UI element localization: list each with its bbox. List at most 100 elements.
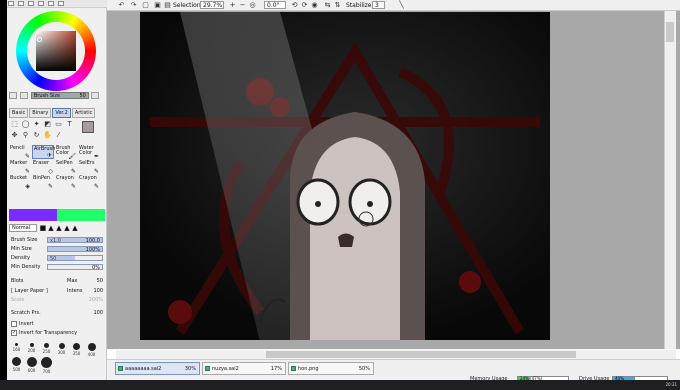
hand-icon[interactable]: ✋	[43, 131, 52, 140]
document-tab[interactable]: nuzya.sai2 17%	[202, 362, 286, 375]
brush-size-param[interactable]: Brush Size x1.0 100.0	[9, 236, 105, 244]
mixer-mode-icon[interactable]	[37, 1, 44, 6]
shape-triangle-icon-3[interactable]: ▲	[63, 224, 71, 232]
brush-preset-button[interactable]	[9, 92, 17, 99]
min-size-slider[interactable]: 100%	[47, 246, 103, 253]
vertical-scrollbar[interactable]	[664, 11, 676, 349]
brush-item[interactable]: BinPen ✎	[32, 175, 54, 190]
tab-basic[interactable]: Basic	[9, 108, 29, 118]
brush-dot-preset[interactable]: 250	[39, 343, 54, 357]
vertical-scroll-thumb[interactable]	[666, 22, 674, 42]
rect-select-icon[interactable]: ⬚	[10, 120, 19, 129]
shape-square-icon[interactable]: ■	[39, 224, 47, 232]
brush-item[interactable]: Crayon ✎	[55, 175, 77, 190]
brush-item[interactable]: AirBrush ✈	[32, 145, 55, 159]
lasso-icon[interactable]: ◯	[21, 120, 30, 129]
brush-dot-icon	[26, 357, 37, 367]
invert-transparency-row[interactable]: ✓ Invert for Transparency	[9, 329, 105, 338]
wheel-mode-icon[interactable]	[8, 1, 14, 6]
blots-row[interactable]: Blots Max 50	[9, 277, 105, 286]
brush-dot-preset[interactable]: 400	[84, 343, 99, 357]
density-slider[interactable]: 50	[47, 255, 103, 262]
min-size-param[interactable]: Min Size 100%	[9, 245, 105, 253]
zoom-field[interactable]: 29.7%	[200, 1, 224, 9]
invert-row[interactable]: Invert	[9, 320, 105, 329]
rgb-mode-icon[interactable]	[17, 1, 24, 6]
brush-item[interactable]: Brush Color 🖌	[55, 145, 77, 160]
zoom-reset-icon[interactable]: ◎	[248, 1, 257, 10]
primary-color[interactable]	[9, 209, 57, 221]
texture-value: 100	[93, 288, 103, 294]
hsv-mode-icon[interactable]	[27, 1, 34, 6]
zoom-in-icon[interactable]: +	[228, 1, 237, 10]
shape-triangle-icon-4[interactable]: ▲	[71, 224, 79, 232]
brush-item[interactable]: Pencil ✎	[9, 145, 31, 160]
invert-transparency-checkbox[interactable]: ✓	[11, 329, 17, 336]
brush-dot-preset[interactable]: 500	[9, 357, 24, 372]
shape-triangle-icon-2[interactable]: ▲	[55, 224, 63, 232]
saturation-value-square[interactable]	[36, 31, 76, 71]
magic-wand-icon[interactable]: ✦	[32, 120, 41, 129]
rotate-right-icon[interactable]: ⟳	[300, 1, 309, 10]
min-density-param[interactable]: Min Density 0%	[9, 263, 105, 271]
palette-mode-icon[interactable]	[47, 1, 54, 6]
density-param[interactable]: Density 50	[9, 254, 105, 262]
invert-selection-icon[interactable]: ▣	[153, 1, 162, 10]
panel-mini-toolbar	[7, 0, 107, 8]
brush-dot-preset[interactable]: 700	[39, 357, 54, 374]
current-color-swatch[interactable]	[82, 121, 94, 133]
tab-binary[interactable]: Binary	[29, 108, 52, 118]
brush-size-slider[interactable]: Brush Size 50	[30, 92, 89, 99]
rotate-left-icon[interactable]: ⟲	[290, 1, 299, 10]
scratch-row[interactable]: Scratch Prs. 100	[9, 309, 105, 318]
flip-vertical-icon[interactable]: ⇅	[333, 1, 342, 10]
redo-icon[interactable]: ↷	[129, 1, 138, 10]
min-density-slider[interactable]: 0%	[47, 264, 103, 271]
stabilizer-select[interactable]: 3	[372, 1, 385, 9]
scratch-mode-icon[interactable]	[57, 1, 64, 6]
brush-preset-button-2[interactable]	[19, 92, 28, 99]
brush-item[interactable]: SelPen ✎	[55, 160, 77, 175]
artwork-canvas[interactable]	[140, 12, 550, 340]
brush-item[interactable]: Eraser ◇	[32, 160, 54, 175]
pen-pressure-icon[interactable]: ╲	[397, 1, 406, 10]
brush-item[interactable]: Marker ✎	[9, 160, 31, 175]
move-icon[interactable]: ✥	[10, 131, 19, 140]
blend-mode-select[interactable]: Normal	[9, 224, 37, 232]
zoom-icon[interactable]: ⚲	[21, 131, 30, 140]
shape-triangle-icon[interactable]: ▲	[47, 224, 55, 232]
invert-checkbox[interactable]	[11, 320, 17, 327]
brush-size-up-button[interactable]	[90, 92, 99, 99]
tab-artistic[interactable]: Artistic	[71, 108, 96, 118]
flip-icon[interactable]: ⇆	[323, 1, 332, 10]
brush-dot-icon	[58, 343, 65, 349]
eyedropper-icon[interactable]: ⁄	[54, 131, 63, 140]
shape-icon[interactable]: ▭	[54, 120, 63, 129]
brush-dot-preset[interactable]: 200	[24, 343, 39, 357]
document-tab[interactable]: aaaaaaaa.sai2 30%	[115, 362, 200, 375]
rotation-field[interactable]: 0.0°	[264, 1, 286, 9]
brush-item[interactable]: Water Color ✒	[78, 145, 100, 160]
fill-icon[interactable]: ◩	[43, 120, 52, 129]
text-tool-icon[interactable]: T	[65, 120, 74, 129]
rotate-icon[interactable]: ↻	[32, 131, 41, 140]
rotate-reset-icon[interactable]: ◉	[310, 1, 319, 10]
brush-item[interactable]: SelErs ✎	[78, 160, 100, 175]
secondary-color[interactable]	[57, 209, 105, 221]
zoom-out-icon[interactable]: −	[238, 1, 247, 10]
color-picker-cursor[interactable]	[37, 37, 42, 42]
brush-dot-preset[interactable]: 300	[54, 343, 69, 357]
document-tab[interactable]: hon.png 50%	[288, 362, 374, 375]
brush-size-param-slider[interactable]: x1.0 100.0	[47, 237, 103, 244]
undo-icon[interactable]: ↶	[117, 1, 126, 10]
brush-item[interactable]: Bucket ◈	[9, 175, 31, 190]
horizontal-scroll-thumb[interactable]	[266, 351, 576, 358]
brush-dot-preset[interactable]: 600	[24, 357, 39, 373]
deselect-icon[interactable]: ▢	[141, 1, 150, 10]
brush-dot-preset[interactable]: 160	[9, 343, 24, 357]
brush-item[interactable]: Crayon ✎	[78, 175, 100, 190]
brush-dot-preset[interactable]: 350	[69, 343, 84, 357]
tab-ver2[interactable]: Ver.2	[52, 108, 71, 118]
selection-label[interactable]: Selection	[173, 1, 201, 10]
texture-row[interactable]: [ Layer Paper ] Intens 100	[9, 287, 105, 296]
